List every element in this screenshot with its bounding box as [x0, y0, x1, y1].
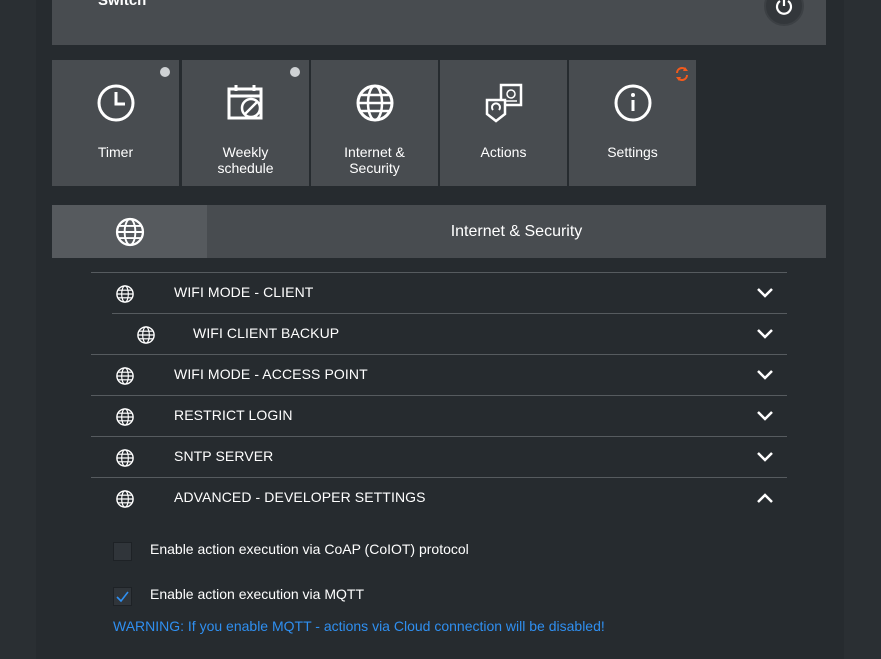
switch-label: Switch	[98, 0, 147, 9]
section-header: Internet & Security	[52, 205, 826, 258]
tile-settings[interactable]: Settings	[569, 60, 696, 186]
globe-icon	[356, 84, 393, 122]
tile-timer[interactable]: Timer	[52, 60, 179, 186]
accordion-row-label: WIFI MODE - CLIENT	[174, 284, 314, 300]
mqtt-checkbox[interactable]	[113, 587, 132, 606]
accordion-row-label: ADVANCED - DEVELOPER SETTINGS	[174, 489, 426, 505]
globe-icon	[116, 449, 134, 467]
checkmark-icon	[116, 591, 129, 603]
switch-bar: Switch	[52, 0, 826, 45]
coap-option-label: Enable action execution via CoAP (CoIOT)…	[150, 541, 469, 557]
actions-icon	[485, 83, 522, 123]
tile-label: Weekly schedule	[217, 144, 274, 176]
calendar-disabled-icon	[227, 85, 262, 120]
section-title: Internet & Security	[450, 223, 583, 240]
chevron-down-icon[interactable]	[756, 369, 774, 381]
chevron-down-icon[interactable]	[756, 287, 774, 299]
tile-internet-security[interactable]: Internet & Security	[311, 60, 438, 186]
accordion-row-label: WIFI CLIENT BACKUP	[193, 325, 340, 341]
settings-accordion: WIFI MODE - CLIENT WIFI CLIENT BACKUP WI…	[91, 272, 787, 518]
tile-weekly-schedule[interactable]: Weekly schedule	[182, 60, 309, 186]
info-icon	[614, 84, 651, 122]
accordion-row-restrict-login[interactable]: RESTRICT LOGIN	[91, 395, 787, 436]
globe-icon	[116, 367, 134, 385]
globe-icon	[137, 326, 155, 344]
globe-icon	[116, 490, 134, 508]
chevron-down-icon[interactable]	[756, 410, 774, 422]
tile-label: Internet & Security	[344, 144, 405, 176]
globe-icon	[115, 217, 144, 246]
accordion-row-sntp-server[interactable]: SNTP SERVER	[91, 436, 787, 477]
tile-label: Actions	[480, 144, 527, 160]
mqtt-option-label: Enable action execution via MQTT	[150, 586, 364, 602]
accordion-row-wifi-client-backup[interactable]: WIFI CLIENT BACKUP	[112, 313, 787, 354]
accordion-row-wifi-client[interactable]: WIFI MODE - CLIENT	[91, 272, 787, 313]
accordion-row-advanced-developer[interactable]: ADVANCED - DEVELOPER SETTINGS	[91, 477, 787, 518]
accordion-row-label: WIFI MODE - ACCESS POINT	[174, 366, 368, 382]
accordion-row-label: SNTP SERVER	[174, 448, 274, 464]
sync-icon	[676, 67, 688, 81]
chevron-down-icon[interactable]	[756, 328, 774, 340]
chevron-up-icon[interactable]	[756, 492, 774, 504]
chevron-down-icon[interactable]	[756, 451, 774, 463]
clock-icon	[97, 84, 134, 122]
tile-actions[interactable]: Actions	[440, 60, 567, 186]
accordion-row-wifi-access-point[interactable]: WIFI MODE - ACCESS POINT	[91, 354, 787, 395]
tile-label: Settings	[607, 144, 658, 160]
mqtt-warning: WARNING: If you enable MQTT - actions vi…	[113, 618, 605, 634]
globe-icon	[116, 285, 134, 303]
accordion-row-label: RESTRICT LOGIN	[174, 407, 293, 423]
coap-checkbox[interactable]	[113, 542, 132, 561]
tile-label: Timer	[97, 144, 134, 160]
power-icon	[775, 0, 793, 15]
status-dot	[160, 67, 170, 77]
globe-icon	[116, 408, 134, 426]
status-dot	[290, 67, 300, 77]
power-button[interactable]	[764, 0, 804, 26]
